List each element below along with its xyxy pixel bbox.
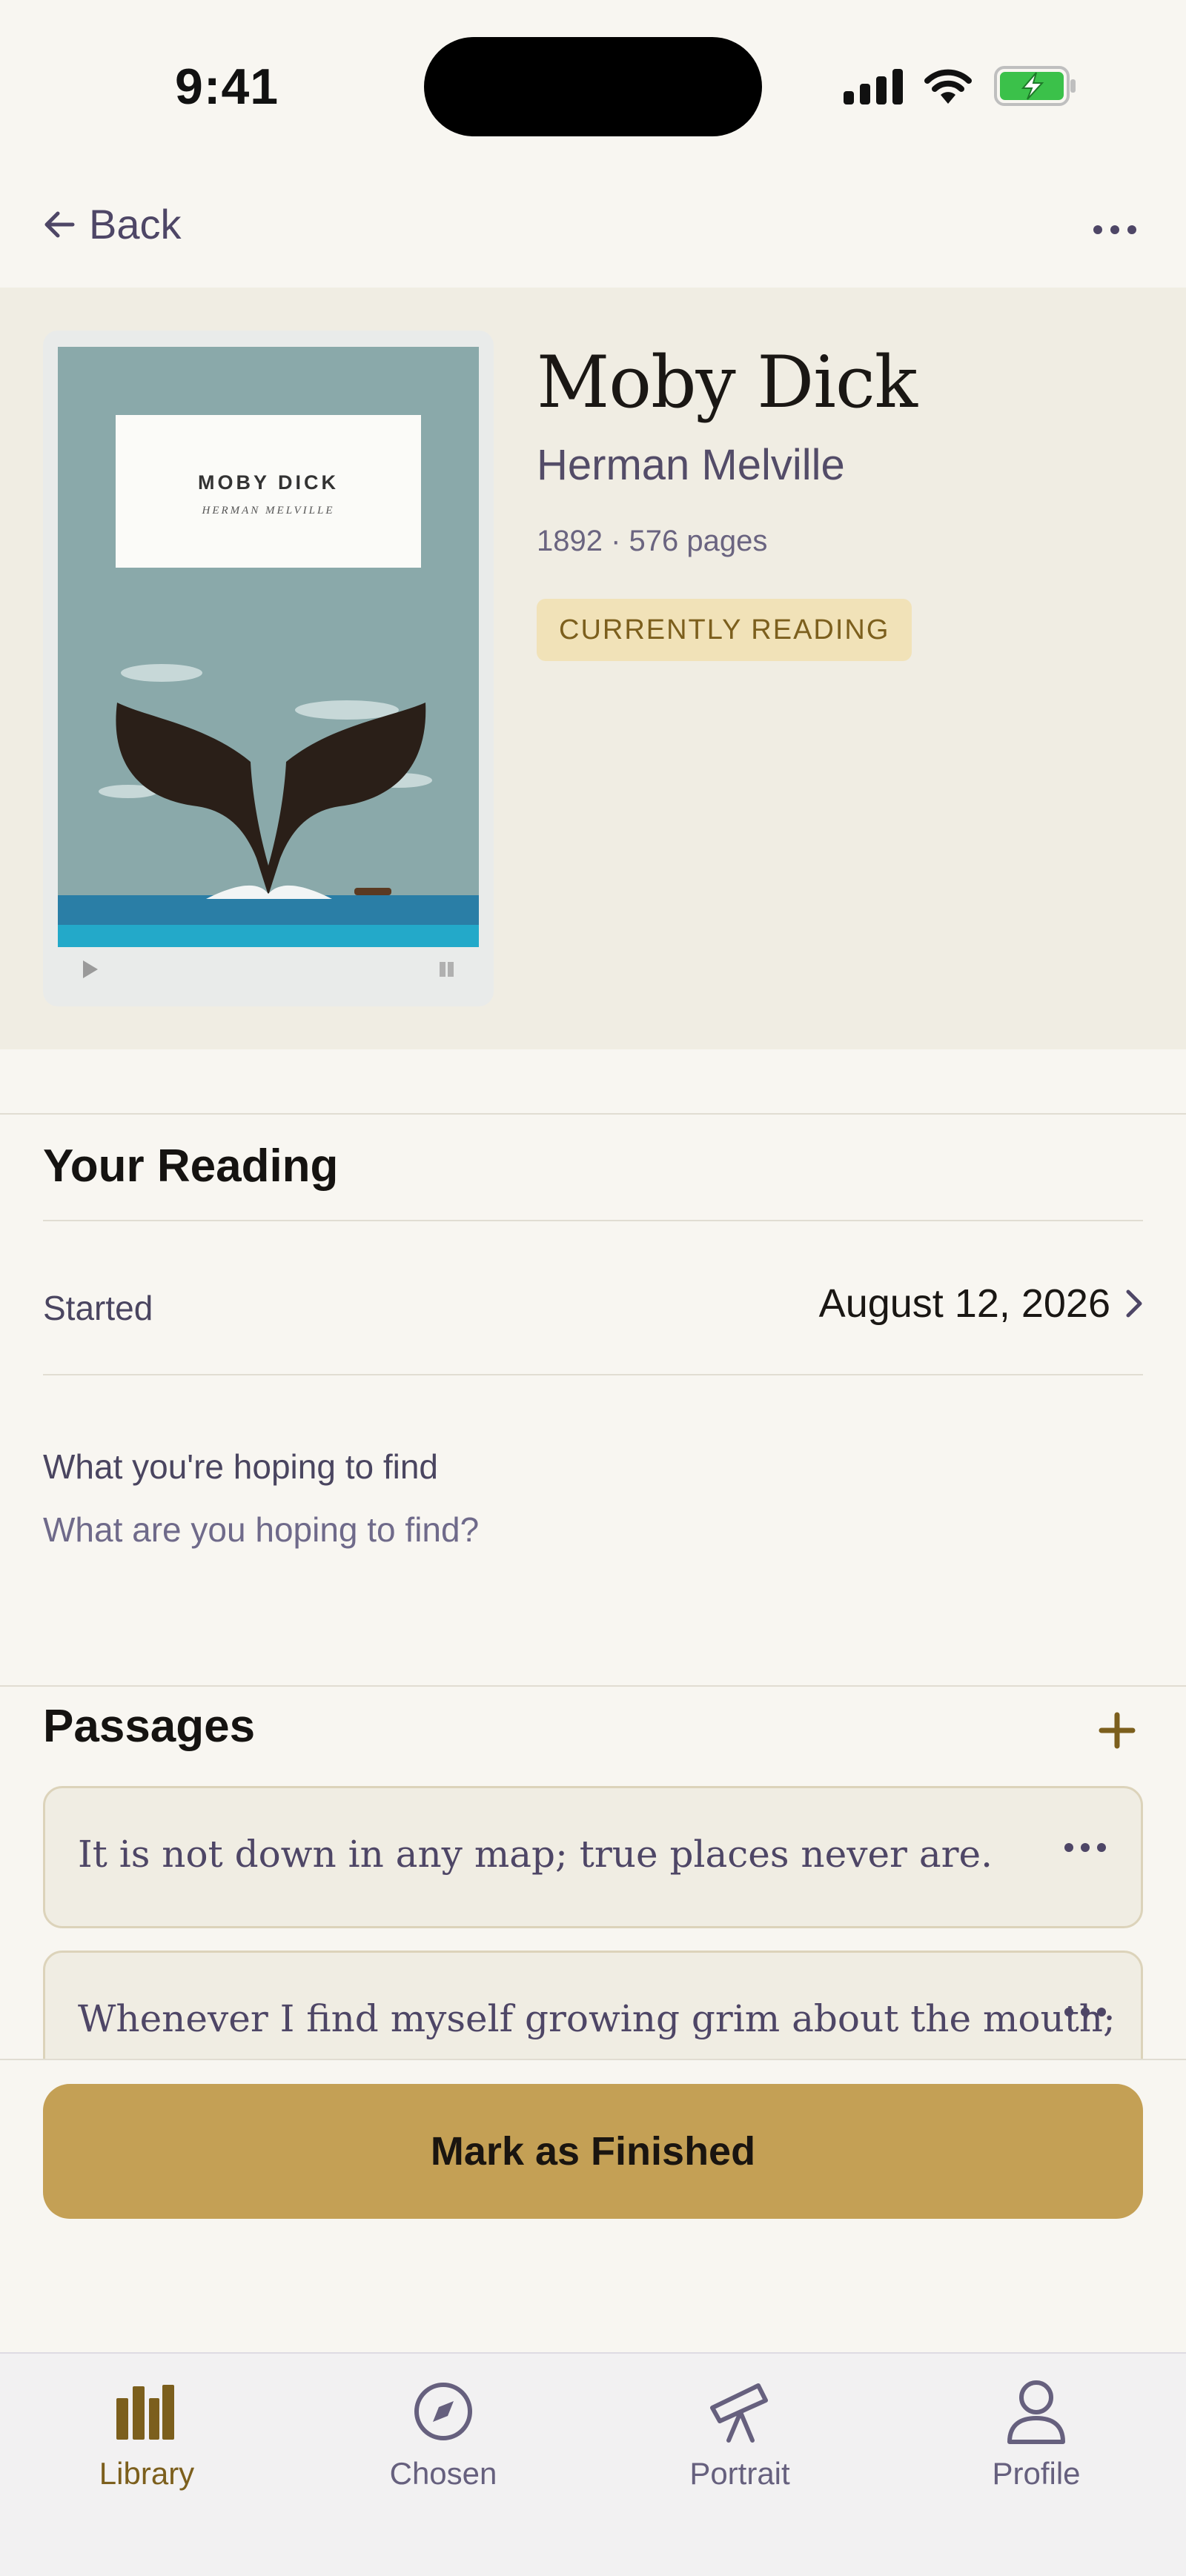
- publisher-logo-icon: [440, 962, 454, 977]
- wifi-icon: [924, 69, 972, 104]
- book-header: MOBY DICK HERMAN MELVILLE Moby Dick Herm…: [0, 288, 1186, 1049]
- started-label: Started: [43, 1289, 153, 1327]
- status-icons: [844, 64, 1078, 108]
- add-passage-button[interactable]: [1091, 1704, 1143, 1756]
- top-nav: Back: [0, 185, 1186, 282]
- row-divider: [43, 1220, 1143, 1221]
- started-date-row[interactable]: August 12, 2026: [819, 1281, 1143, 1327]
- started-date: August 12, 2026: [818, 1281, 1110, 1326]
- cover-title: MOBY DICK: [197, 471, 339, 494]
- status-time: 9:41: [175, 59, 279, 115]
- arrow-left-icon: [44, 211, 75, 237]
- back-label: Back: [89, 201, 182, 248]
- dynamic-island: [424, 37, 762, 136]
- book-cover: MOBY DICK HERMAN MELVILLE: [43, 331, 494, 1006]
- ellipsis-dot: [1110, 225, 1119, 234]
- person-icon: [1007, 2380, 1065, 2444]
- your-reading-title: Your Reading: [43, 1141, 339, 1192]
- ellipsis-dot: [1127, 225, 1136, 234]
- passages-title: Passages: [43, 1701, 256, 1752]
- passage-card[interactable]: It is not down in any map; true places n…: [43, 1786, 1143, 1928]
- tab-label: Chosen: [389, 2456, 497, 2491]
- section-divider: [0, 1113, 1186, 1115]
- ellipsis-dot: [1081, 2008, 1090, 2016]
- passage-more-button[interactable]: [1059, 1833, 1111, 1862]
- book-title: Moby Dick: [537, 341, 918, 424]
- cellular-signal-icon: [844, 67, 903, 104]
- library-icon: [116, 2385, 174, 2440]
- more-options-button[interactable]: [1085, 208, 1144, 252]
- mark-as-finished-button[interactable]: Mark as Finished: [43, 2084, 1143, 2219]
- telescope-icon: [710, 2383, 768, 2443]
- tab-label: Library: [99, 2456, 195, 2491]
- finish-action-area: Mark as Finished: [0, 2059, 1186, 2352]
- passage-text: It is not down in any map; true places n…: [78, 1833, 993, 1876]
- status-bar: 9:41: [0, 0, 1186, 170]
- back-button[interactable]: Back: [43, 200, 182, 248]
- ellipsis-dot: [1097, 1843, 1106, 1852]
- hope-input[interactable]: [43, 1507, 932, 1552]
- section-divider: [0, 1685, 1186, 1687]
- tab-bar: Library Chosen Portrait Profile: [0, 2352, 1186, 2576]
- passage-more-button[interactable]: [1059, 1997, 1111, 2027]
- compass-icon: [414, 2383, 472, 2440]
- tab-chosen[interactable]: Chosen: [332, 2376, 554, 2517]
- cover-footer: [58, 947, 479, 992]
- hope-label: What you're hoping to find: [43, 1447, 438, 1486]
- battery-charging-icon: [994, 66, 1076, 106]
- book-meta: 1892 · 576 pages: [537, 525, 768, 557]
- row-divider: [43, 1374, 1143, 1375]
- play-icon: [83, 960, 98, 978]
- tab-profile[interactable]: Profile: [925, 2376, 1147, 2517]
- ellipsis-dot: [1064, 1843, 1073, 1852]
- ellipsis-dot: [1064, 2008, 1073, 2016]
- book-author: Herman Melville: [537, 441, 845, 489]
- chevron-right-icon: [1126, 1289, 1142, 1318]
- plus-icon: [1099, 1712, 1136, 1749]
- status-badge: CURRENTLY READING: [537, 599, 912, 661]
- ellipsis-dot: [1093, 225, 1102, 234]
- tab-label: Profile: [992, 2456, 1081, 2491]
- cover-art: MOBY DICK HERMAN MELVILLE: [58, 347, 479, 947]
- ellipsis-dot: [1081, 1843, 1090, 1852]
- ellipsis-dot: [1097, 2008, 1106, 2016]
- passage-text: Whenever I find myself growing grim abou…: [78, 1997, 1116, 2040]
- tab-library[interactable]: Library: [36, 2376, 258, 2517]
- tab-portrait[interactable]: Portrait: [629, 2376, 851, 2517]
- cover-title-plate: MOBY DICK HERMAN MELVILLE: [116, 415, 421, 568]
- cover-author: HERMAN MELVILLE: [202, 505, 335, 517]
- tab-label: Portrait: [689, 2456, 790, 2491]
